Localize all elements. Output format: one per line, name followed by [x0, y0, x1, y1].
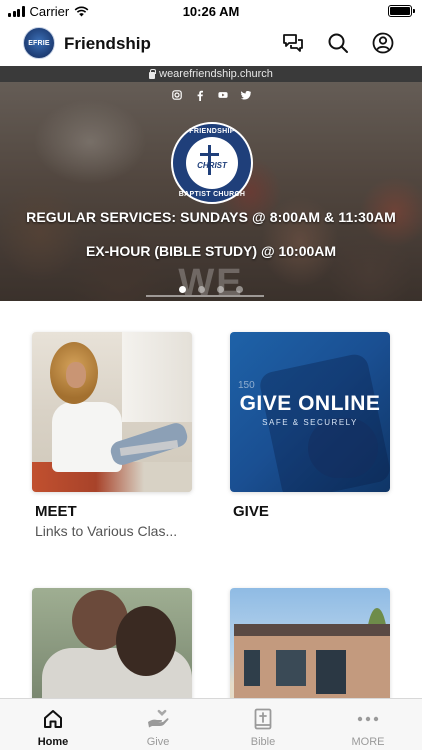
battery-fill — [390, 7, 410, 15]
more-dots-icon — [356, 707, 380, 731]
bible-study-time: EX-HOUR (BIBLE STUDY) @ 10:00AM — [85, 243, 337, 259]
tab-bible[interactable]: Bible — [223, 699, 303, 750]
social-links — [0, 90, 422, 101]
chat-icon[interactable] — [281, 31, 305, 55]
twitter-icon[interactable] — [240, 90, 251, 100]
carousel-dots — [0, 286, 422, 293]
carousel-dot[interactable] — [217, 286, 224, 293]
seal-center-text: CHRIST — [197, 160, 227, 170]
seal-bottom-text: BAPTIST CHURCH — [178, 191, 246, 198]
youtube-icon[interactable] — [217, 90, 228, 100]
tab-label: Bible — [250, 736, 276, 748]
app-title: Friendship — [64, 34, 151, 53]
tile-title: GIVE — [233, 503, 269, 520]
tab-label: MORE — [351, 736, 385, 748]
seal-top-text: FRIENDSHIP — [189, 128, 235, 135]
church-seal-logo: FRIENDSHIP CHRIST BAPTIST CHURCH — [171, 122, 253, 204]
hero-banner[interactable]: FRIENDSHIP CHRIST BAPTIST CHURCH REGULAR… — [0, 82, 422, 301]
instagram-icon[interactable] — [171, 90, 182, 100]
bible-icon — [251, 707, 275, 731]
facebook-icon[interactable] — [195, 90, 205, 101]
tile-subtitle: Links to Various Clas... — [35, 523, 178, 539]
wifi-icon — [74, 6, 89, 17]
tab-give[interactable]: Give — [118, 699, 198, 750]
tab-label: Give — [146, 736, 170, 748]
give-image: 150 GIVE ONLINE SAFE & SECURELY — [230, 332, 390, 492]
status-bar: Carrier 10:26 AM — [0, 0, 422, 22]
service-times: REGULAR SERVICES: SUNDAYS @ 8:00AM & 11:… — [26, 209, 396, 225]
tab-more[interactable]: MORE — [328, 699, 408, 750]
url-bar[interactable]: wearefriendship.church — [0, 66, 422, 82]
tile-title: MEET — [35, 503, 77, 520]
home-icon — [41, 707, 65, 731]
carousel-progress — [146, 295, 264, 297]
carousel-dot[interactable] — [179, 286, 186, 293]
give-online-text: GIVE ONLINE — [239, 392, 381, 415]
give-hands-icon — [146, 707, 170, 731]
carousel-dot[interactable] — [236, 286, 243, 293]
carrier-label: Carrier — [29, 4, 70, 19]
signal-icon — [8, 6, 25, 17]
give-image-number: 150 — [238, 380, 255, 391]
bottom-tab-bar: Home Give Bible MORE — [0, 698, 422, 750]
account-icon[interactable] — [371, 31, 395, 55]
give-online-subtext: SAFE & SECURELY — [262, 418, 358, 427]
tab-label: Home — [37, 736, 69, 748]
search-icon[interactable] — [326, 31, 350, 55]
url-text: wearefriendship.church — [159, 68, 273, 80]
app-logo-text: EFRIE — [28, 39, 50, 47]
app-header: EFRIE Friendship — [0, 22, 422, 66]
tile-give[interactable]: 150 GIVE ONLINE SAFE & SECURELY GIVE — [230, 332, 390, 520]
tile-meet[interactable]: MEET Links to Various Clas... — [32, 332, 192, 539]
carousel-dot[interactable] — [198, 286, 205, 293]
battery-icon — [388, 5, 415, 17]
app-logo[interactable]: EFRIE — [23, 27, 55, 59]
lock-icon — [149, 68, 157, 79]
status-left: Carrier — [8, 4, 89, 19]
tab-home[interactable]: Home — [13, 699, 93, 750]
seal-center: CHRIST — [186, 137, 238, 189]
meet-image — [32, 332, 192, 492]
